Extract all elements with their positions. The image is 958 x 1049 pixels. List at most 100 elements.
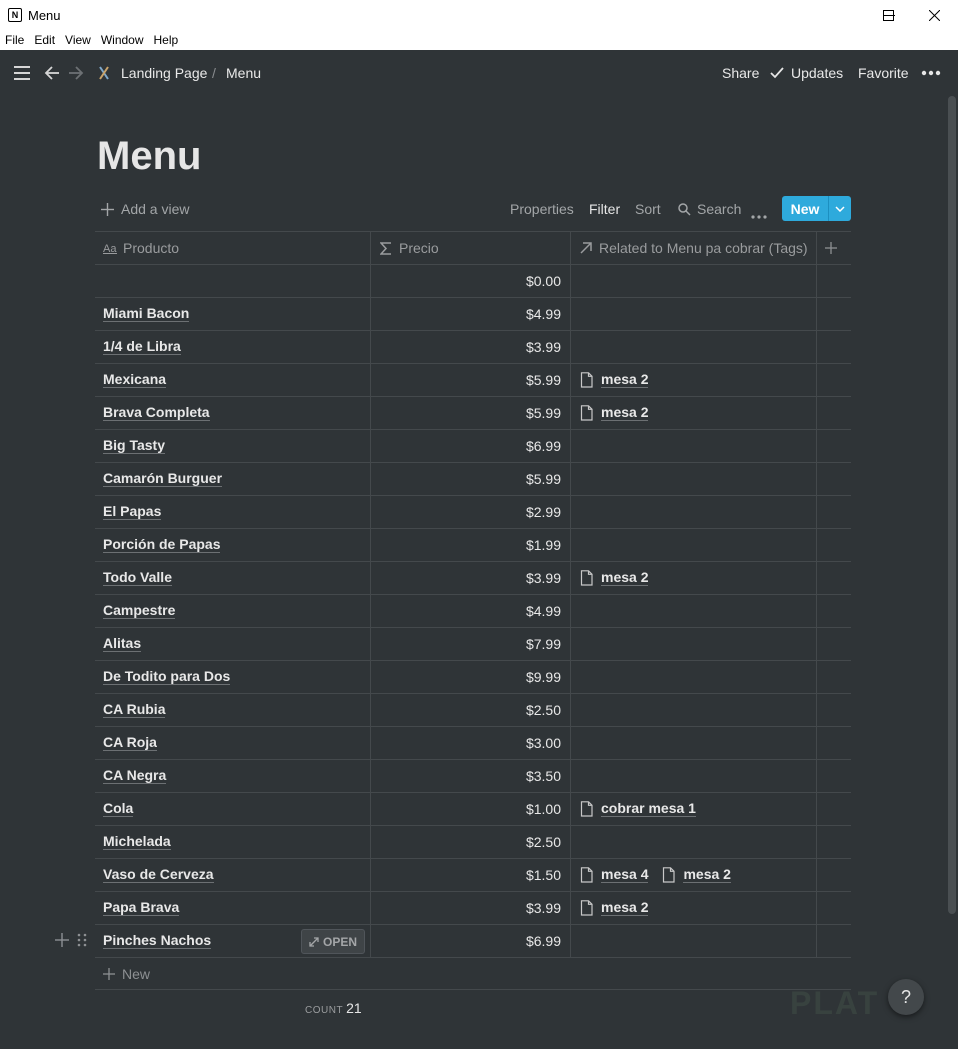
menu-help[interactable]: Help <box>154 33 179 47</box>
cell-precio[interactable]: $2.50 <box>371 694 571 726</box>
new-record-button[interactable]: New <box>782 196 851 221</box>
cell-producto[interactable]: Miami Bacon <box>95 298 371 330</box>
add-new-row-button[interactable]: New <box>95 958 851 990</box>
cell-producto[interactable]: El Papas <box>95 496 371 528</box>
cell-related-tags[interactable]: mesa 2 <box>571 364 817 396</box>
maximize-button[interactable] <box>865 0 911 30</box>
cell-related-tags[interactable] <box>571 298 817 330</box>
cell-precio[interactable]: $3.00 <box>371 727 571 759</box>
cell-producto[interactable]: Brava Completa <box>95 397 371 429</box>
more-options-button[interactable] <box>921 70 941 76</box>
breadcrumb-landing-page[interactable]: Landing Page <box>121 65 207 81</box>
column-header-precio[interactable]: Precio <box>371 232 571 264</box>
plus-icon[interactable] <box>55 933 69 947</box>
table-row[interactable]: Big Tasty $6.99 <box>95 430 851 463</box>
relation-tag[interactable]: mesa 2 <box>580 372 649 388</box>
table-row[interactable]: CA Negra $3.50 <box>95 760 851 793</box>
cell-related-tags[interactable]: cobrar mesa 1 <box>571 793 817 825</box>
cell-producto[interactable]: Cola <box>95 793 371 825</box>
share-button[interactable]: Share <box>722 65 759 81</box>
cell-related-tags[interactable] <box>571 430 817 462</box>
table-row[interactable]: Campestre $4.99 <box>95 595 851 628</box>
cell-producto[interactable]: Porción de Papas <box>95 529 371 561</box>
cell-related-tags[interactable]: mesa 2 <box>571 562 817 594</box>
add-property-button[interactable] <box>817 232 851 264</box>
product-name[interactable]: Campestre <box>103 603 176 619</box>
cell-related-tags[interactable] <box>571 694 817 726</box>
table-row[interactable]: Todo Valle $3.99 mesa 2 <box>95 562 851 595</box>
product-name[interactable]: Big Tasty <box>103 438 165 454</box>
table-row[interactable]: CA Rubia $2.50 <box>95 694 851 727</box>
table-row[interactable]: El Papas $2.99 <box>95 496 851 529</box>
cell-producto[interactable]: Vaso de Cerveza <box>95 859 371 891</box>
menu-window[interactable]: Window <box>101 33 144 47</box>
product-name[interactable]: Porción de Papas <box>103 537 221 553</box>
cell-producto[interactable]: Papa Brava <box>95 892 371 924</box>
table-row[interactable]: 1/4 de Libra $3.99 <box>95 331 851 364</box>
product-name[interactable]: Michelada <box>103 834 171 850</box>
cell-precio[interactable]: $6.99 <box>371 925 571 957</box>
cell-related-tags[interactable] <box>571 727 817 759</box>
relation-tag[interactable]: mesa 2 <box>580 405 649 421</box>
view-more-button[interactable] <box>751 206 767 222</box>
product-name[interactable]: Alitas <box>103 636 142 652</box>
cell-producto[interactable]: Pinches Nachos OPEN <box>95 925 371 957</box>
table-row[interactable]: Alitas $7.99 <box>95 628 851 661</box>
search-button[interactable]: Search <box>678 201 741 217</box>
relation-tag[interactable]: mesa 4 <box>580 867 649 883</box>
product-name[interactable]: De Todito para Dos <box>103 669 231 685</box>
cell-precio[interactable]: $3.50 <box>371 760 571 792</box>
cell-precio[interactable]: $7.99 <box>371 628 571 660</box>
page-title[interactable]: Menu <box>97 134 201 179</box>
cell-precio[interactable]: $6.99 <box>371 430 571 462</box>
table-row[interactable]: Papa Brava $3.99 mesa 2 <box>95 892 851 925</box>
cell-producto[interactable]: Camarón Burguer <box>95 463 371 495</box>
table-row[interactable]: Miami Bacon $4.99 <box>95 298 851 331</box>
table-row[interactable]: Mexicana $5.99 mesa 2 <box>95 364 851 397</box>
cell-producto[interactable]: CA Negra <box>95 760 371 792</box>
product-name[interactable]: Camarón Burguer <box>103 471 223 487</box>
column-header-related[interactable]: Related to Menu pa cobrar (Tags) <box>571 232 817 264</box>
cell-related-tags[interactable]: mesa 4 mesa 2 <box>571 859 817 891</box>
menu-file[interactable]: File <box>5 33 24 47</box>
product-name[interactable]: Vaso de Cerveza <box>103 867 214 883</box>
table-row[interactable]: $0.00 <box>95 265 851 298</box>
cell-precio[interactable]: $2.50 <box>371 826 571 858</box>
cell-related-tags[interactable] <box>571 826 817 858</box>
cell-related-tags[interactable]: mesa 2 <box>571 397 817 429</box>
cell-precio[interactable]: $9.99 <box>371 661 571 693</box>
relation-tag[interactable]: cobrar mesa 1 <box>580 801 696 817</box>
sidebar-toggle-button[interactable] <box>13 65 31 81</box>
cell-precio[interactable]: $5.99 <box>371 463 571 495</box>
cell-precio[interactable]: $3.99 <box>371 331 571 363</box>
cell-producto[interactable]: 1/4 de Libra <box>95 331 371 363</box>
cell-producto[interactable]: CA Roja <box>95 727 371 759</box>
cell-precio[interactable]: $1.50 <box>371 859 571 891</box>
cell-precio[interactable]: $1.00 <box>371 793 571 825</box>
relation-tag[interactable]: mesa 2 <box>662 867 731 883</box>
filter-button[interactable]: Filter <box>589 201 620 217</box>
cell-precio[interactable]: $4.99 <box>371 595 571 627</box>
menu-view[interactable]: View <box>65 33 91 47</box>
cell-precio[interactable]: $4.99 <box>371 298 571 330</box>
cell-related-tags[interactable] <box>571 463 817 495</box>
cell-related-tags[interactable] <box>571 496 817 528</box>
cell-precio[interactable]: $1.99 <box>371 529 571 561</box>
cell-precio[interactable]: $2.99 <box>371 496 571 528</box>
properties-button[interactable]: Properties <box>510 201 574 217</box>
menu-edit[interactable]: Edit <box>34 33 55 47</box>
relation-tag[interactable]: mesa 2 <box>580 570 649 586</box>
cell-producto[interactable]: Todo Valle <box>95 562 371 594</box>
table-row[interactable]: Michelada $2.50 <box>95 826 851 859</box>
product-name[interactable]: El Papas <box>103 504 162 520</box>
cell-related-tags[interactable] <box>571 661 817 693</box>
cell-producto[interactable]: De Todito para Dos <box>95 661 371 693</box>
table-row[interactable]: Camarón Burguer $5.99 <box>95 463 851 496</box>
product-name[interactable]: Papa Brava <box>103 900 180 916</box>
cell-related-tags[interactable] <box>571 628 817 660</box>
sort-button[interactable]: Sort <box>635 201 661 217</box>
product-name[interactable]: CA Negra <box>103 768 167 784</box>
cell-related-tags[interactable] <box>571 760 817 792</box>
cell-producto[interactable]: Big Tasty <box>95 430 371 462</box>
cell-precio[interactable]: $0.00 <box>371 265 571 297</box>
